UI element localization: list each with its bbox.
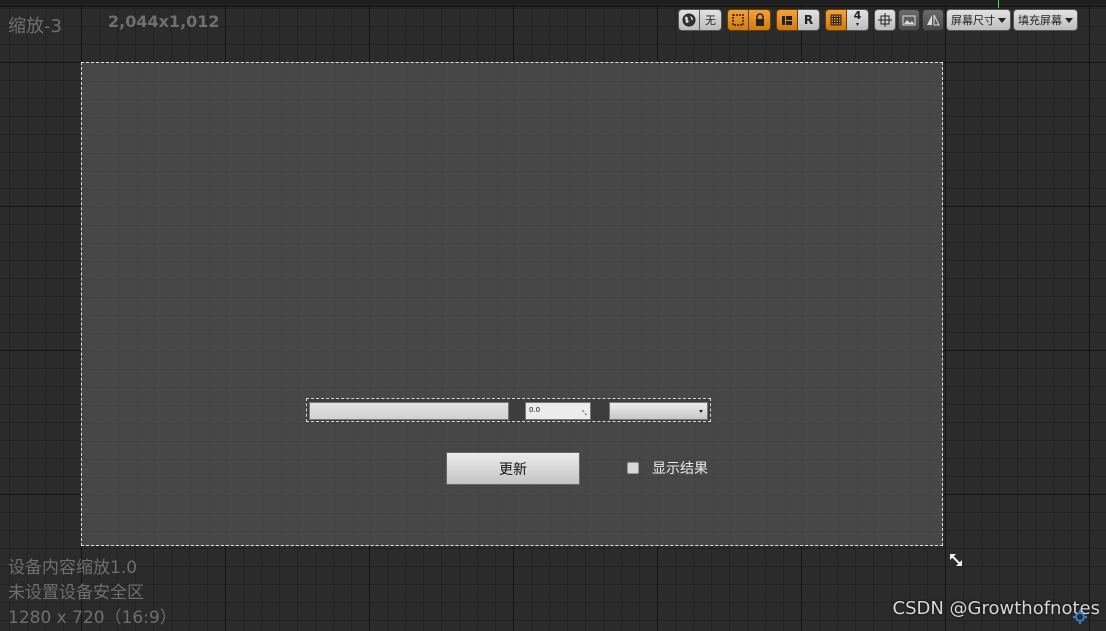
mirror-icon xyxy=(927,14,940,26)
show-result-checkbox[interactable] xyxy=(627,462,639,474)
layout-toggle-button[interactable] xyxy=(776,9,798,31)
fill-screen-dropdown[interactable]: 填充屏幕 xyxy=(1013,9,1078,31)
none-button-label: 无 xyxy=(705,14,716,27)
fill-screen-label: 填充屏幕 xyxy=(1018,14,1062,27)
outline-toggle-button[interactable] xyxy=(727,9,749,31)
device-resolution-info: 1280 x 720（16:9） xyxy=(8,608,177,628)
toolbar-world-group: 无 xyxy=(678,9,722,31)
outline-icon xyxy=(732,14,744,26)
device-scale-info: 设备内容缩放1.0 xyxy=(8,558,138,578)
screen-size-dropdown[interactable]: 屏幕尺寸 xyxy=(946,9,1011,31)
combo-box[interactable] xyxy=(609,402,708,420)
show-result-checkbox-group[interactable]: 显示结果 xyxy=(627,459,708,477)
resize-arrows-icon: ⤡ xyxy=(582,410,587,417)
gear-icon[interactable] xyxy=(1072,609,1088,625)
image-icon xyxy=(902,15,916,26)
grid-size-button[interactable]: 4 ▾ xyxy=(847,9,869,31)
update-button-label: 更新 xyxy=(499,461,527,478)
update-button[interactable]: 更新 xyxy=(446,452,580,485)
mirror-button[interactable] xyxy=(922,9,944,31)
safe-zone-info: 未设置设备安全区 xyxy=(8,583,144,603)
globe-icon xyxy=(682,13,696,27)
grid-toggle-button[interactable] xyxy=(825,9,847,31)
resize-handle-icon[interactable] xyxy=(948,552,964,568)
widget-row-container[interactable]: 0.0 ⤡ xyxy=(306,398,711,422)
chevron-down-icon: ▾ xyxy=(855,21,859,28)
chevron-down-icon xyxy=(998,17,1006,23)
toolbar-outline-group xyxy=(727,9,771,31)
ruler-marker xyxy=(998,0,999,8)
lock-icon xyxy=(755,13,764,26)
viewport-toolbar: 无 R 4 ▾ 屏幕尺寸 填充屏幕 xyxy=(678,8,1078,32)
r-button-label: R xyxy=(803,13,814,27)
none-button[interactable]: 无 xyxy=(700,9,722,31)
designer-viewport[interactable]: 缩放-3 2,044x1,012 无 R 4 ▾ 屏幕尺寸 填充屏幕 0.0 ⤡… xyxy=(0,0,1106,631)
spin-box[interactable]: 0.0 ⤡ xyxy=(525,402,591,420)
text-input[interactable] xyxy=(309,402,509,420)
grid-icon xyxy=(830,14,842,26)
show-result-label: 显示结果 xyxy=(652,461,708,477)
image-button[interactable] xyxy=(898,9,920,31)
transform-button[interactable] xyxy=(874,9,896,31)
chevron-down-icon xyxy=(699,410,703,413)
layout-icon xyxy=(782,16,792,25)
r-button[interactable]: R xyxy=(798,9,820,31)
grid-size-value: 4 xyxy=(853,9,862,22)
chevron-down-icon xyxy=(1065,17,1073,23)
screen-size-label: 屏幕尺寸 xyxy=(951,14,995,27)
transform-icon xyxy=(878,13,892,27)
zoom-label: 缩放-3 xyxy=(8,16,62,37)
toolbar-layout-group: R xyxy=(776,9,820,31)
world-toggle-button[interactable] xyxy=(678,9,700,31)
top-ruler xyxy=(0,0,1106,7)
resolution-label: 2,044x1,012 xyxy=(108,12,220,31)
toolbar-grid-group: 4 ▾ xyxy=(825,9,869,31)
spin-box-value: 0.0 xyxy=(529,406,541,414)
watermark: CSDN @Growthofnotes xyxy=(892,598,1100,619)
lock-toggle-button[interactable] xyxy=(749,9,771,31)
